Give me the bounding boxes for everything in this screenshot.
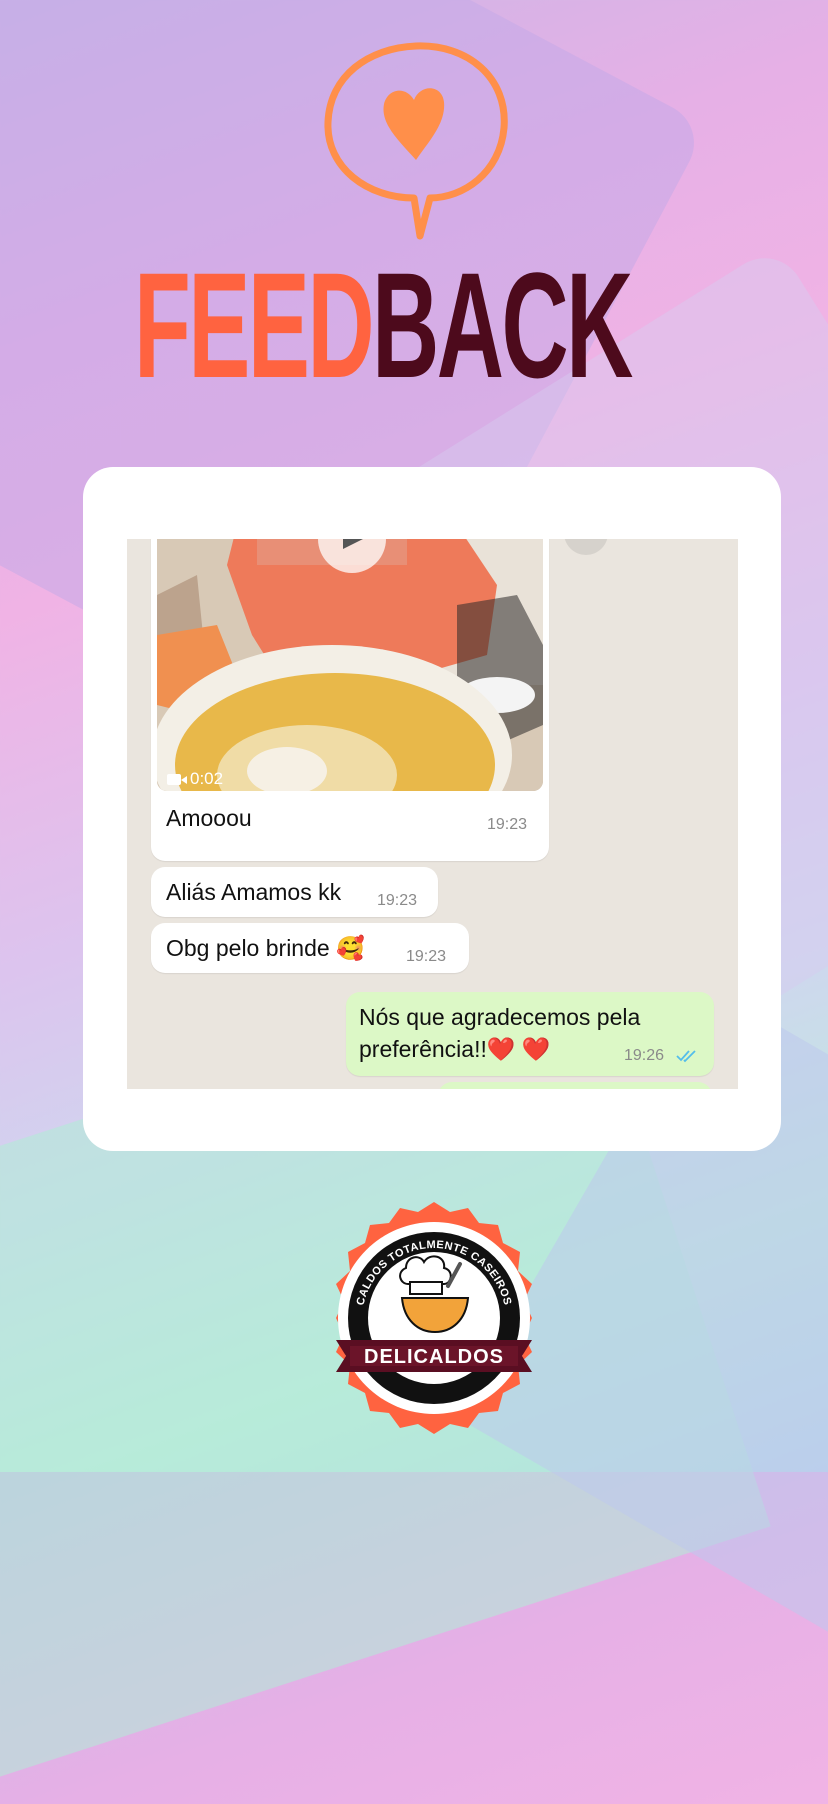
message-text: Aliás Amamos kk: [166, 879, 342, 905]
message-time: 19:26: [624, 1047, 665, 1064]
video-duration: 0:02: [167, 769, 223, 789]
message-time: 19:23: [406, 948, 447, 965]
outgoing-message-bubble-partial[interactable]: [438, 1082, 712, 1089]
title-back: BACK: [372, 241, 633, 409]
message-bubble[interactable]: Aliás Amamos kk 19:23: [151, 867, 438, 917]
speech-bubble-heart-icon: [324, 42, 508, 240]
message-text-line1: Nós que agradecemos pela: [359, 1004, 641, 1030]
outgoing-message-bubble[interactable]: Nós que agradecemos pela preferência!!❤️…: [346, 992, 714, 1076]
double-check-icon: [676, 1050, 696, 1063]
video-frame-image: [157, 539, 543, 791]
title-feed: FEED: [134, 241, 375, 409]
video-thumbnail[interactable]: 0:02: [157, 539, 543, 791]
video-camera-icon: [167, 773, 187, 785]
delicaldos-logo: CALDOS TOTALMENTE CASEIROS DELICALDOS: [336, 1202, 532, 1434]
page-title: FEEDBACK: [134, 250, 633, 400]
message-time: 19:23: [487, 816, 528, 833]
screenshot-card: 0:02 Amooou 19:23 Aliás Amamos kk 19:23 …: [83, 467, 781, 1151]
message-bubble[interactable]: Obg pelo brinde 🥰 19:23: [151, 923, 469, 973]
video-duration-text: 0:02: [190, 769, 224, 788]
video-message-bubble[interactable]: 0:02 Amooou 19:23: [151, 539, 549, 861]
message-text-line2: preferência!!❤️ ❤️: [359, 1036, 551, 1062]
forward-icon[interactable]: [564, 539, 608, 555]
message-time: 19:23: [377, 892, 418, 909]
message-text: Amooou: [166, 805, 252, 831]
message-text: Obg pelo brinde 🥰: [166, 935, 365, 961]
chat-view: 0:02 Amooou 19:23 Aliás Amamos kk 19:23 …: [127, 539, 738, 1089]
logo-brand-text: DELICALDOS: [364, 1346, 504, 1368]
